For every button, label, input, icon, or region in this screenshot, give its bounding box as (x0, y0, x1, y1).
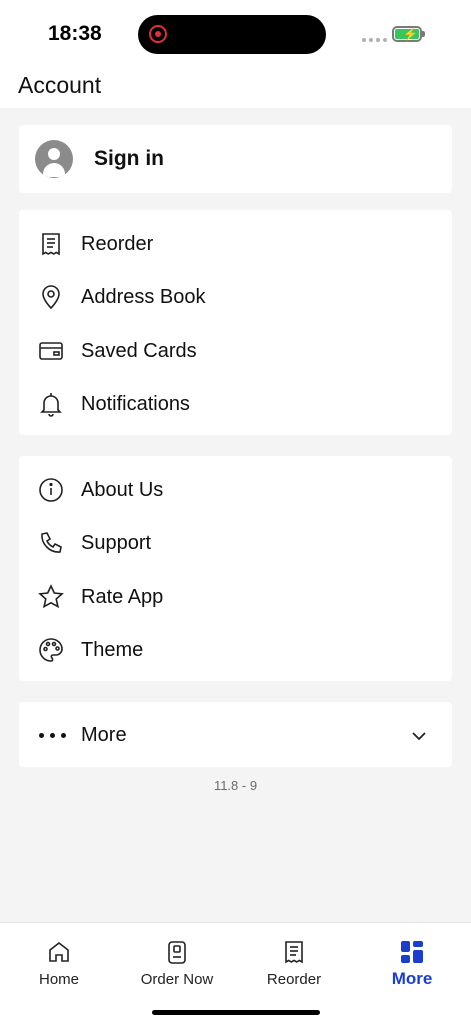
info-menu-card: About Us Support Rate App Theme (19, 456, 452, 681)
tab-more[interactable]: More (362, 939, 462, 999)
menu-item-support[interactable]: Support (19, 516, 452, 569)
tab-reorder[interactable]: Reorder (244, 939, 344, 999)
menu-item-notifications[interactable]: Notifications (19, 377, 452, 430)
menu-item-label: Notifications (81, 393, 190, 415)
tab-label: Order Now (140, 971, 214, 988)
avatar-icon (35, 140, 73, 178)
menu-item-saved-cards[interactable]: Saved Cards (19, 324, 452, 377)
bell-icon (40, 393, 62, 417)
battery-icon: ⚡ (392, 26, 425, 42)
page-header: Account (0, 70, 471, 108)
home-indicator (152, 1010, 320, 1015)
tab-home[interactable]: Home (9, 939, 109, 999)
credit-card-icon (39, 342, 63, 360)
status-bar: 18:38 ⚡ (0, 0, 471, 70)
app-version: 11.8 - 9 (213, 778, 258, 793)
tab-label: Home (38, 971, 79, 988)
chevron-down-icon (412, 732, 426, 741)
signal-icon (362, 38, 387, 42)
menu-item-rate-app[interactable]: Rate App (19, 570, 452, 623)
sign-in-button[interactable]: Sign in (19, 125, 452, 193)
page-title: Account (18, 72, 102, 98)
palette-icon (39, 638, 63, 662)
menu-item-label: Address Book (81, 286, 206, 308)
star-icon (38, 584, 64, 609)
menu-item-reorder[interactable]: Reorder (19, 217, 452, 270)
recording-icon (149, 25, 167, 43)
tab-label: More (391, 969, 433, 988)
receipt-icon (42, 233, 60, 256)
bottom-tab-bar: Home Order Now Reorder More (0, 922, 471, 1024)
menu-item-label: Rate App (81, 586, 164, 608)
menu-item-label: Reorder (81, 233, 154, 255)
home-icon (49, 941, 69, 962)
more-expander[interactable]: More (19, 702, 452, 767)
account-menu-card: Reorder Address Book Saved Cards Notific… (19, 210, 452, 435)
more-label: More (81, 724, 127, 746)
menu-item-label: Support (81, 532, 152, 554)
menu-item-label: Theme (81, 639, 144, 661)
tab-order-now[interactable]: Order Now (127, 939, 227, 999)
menu-item-address-book[interactable]: Address Book (19, 270, 452, 323)
phone-icon (41, 532, 62, 553)
location-pin-icon (42, 285, 60, 310)
menu-item-theme[interactable]: Theme (19, 623, 452, 676)
dynamic-island (138, 15, 326, 54)
menu-item-about-us[interactable]: About Us (19, 463, 452, 516)
sign-in-label: Sign in (94, 147, 164, 170)
grid-icon (401, 941, 423, 963)
receipt-icon (285, 941, 303, 964)
menu-item-label: About Us (81, 479, 164, 501)
ellipsis-icon (39, 733, 66, 738)
order-icon (168, 941, 186, 964)
menu-item-label: Saved Cards (81, 340, 197, 362)
info-icon (39, 478, 63, 502)
tab-label: Reorder (266, 971, 322, 988)
status-time: 18:38 (48, 22, 102, 45)
